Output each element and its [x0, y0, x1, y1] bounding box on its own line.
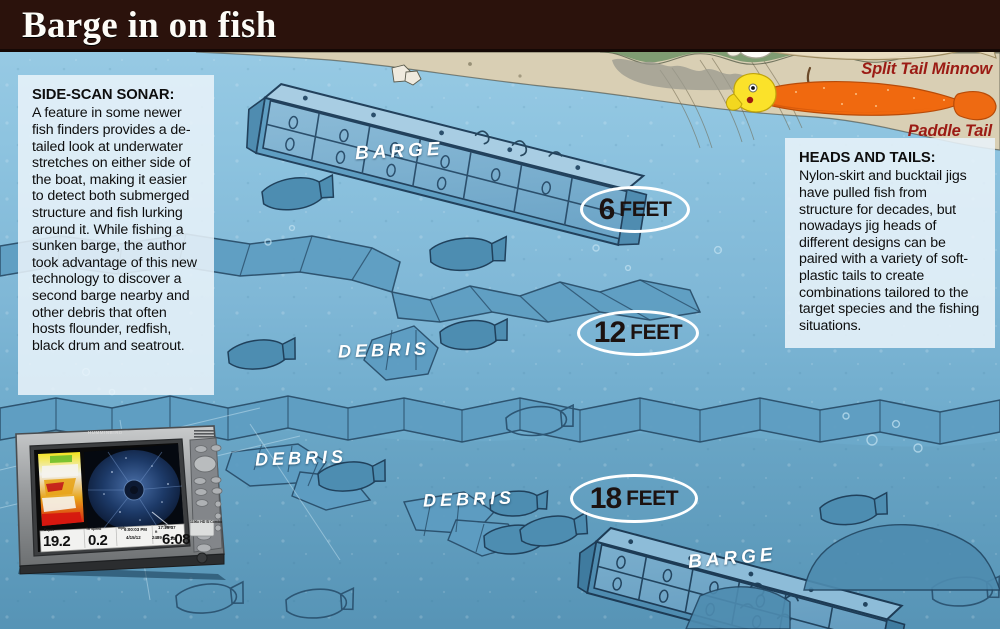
depth-value: 12	[593, 316, 626, 349]
ff-value-date: 4/15/12	[126, 535, 141, 540]
depth-unit: FEET	[630, 321, 683, 344]
depth-marker-12-feet: 12 FEET	[577, 310, 699, 356]
callout-body: Nylon-skirt and bucktail jigs have pulle…	[799, 168, 980, 334]
label-debris-two: DEBRIS	[254, 446, 348, 470]
ff-value-time: 6:08	[162, 531, 191, 548]
callout-side-scan-sonar: SIDE-SCAN SONAR: A feature in some newer…	[18, 75, 214, 395]
ff-value-ft: 2489	[152, 535, 162, 540]
callout-heading: SIDE-SCAN SONAR:	[32, 87, 175, 103]
ff-label-ft: ft	[155, 530, 158, 534]
depth-unit: FEET	[626, 486, 679, 510]
callout-heads-and-tails: HEADS AND TAILS: Nylon-skirt and bucktai…	[785, 138, 995, 348]
page-title: Barge in on fish	[22, 5, 277, 46]
infographic-canvas: Barge in on fish Split Tail Minnow Paddl…	[0, 0, 1000, 629]
title-bar: Barge in on fish	[0, 0, 1000, 52]
ff-model-plate: 1196c HD SI Combo	[190, 520, 223, 524]
callout-body: A feature in some newer fish finders pro…	[32, 105, 197, 354]
ff-label-time: Time	[164, 525, 172, 529]
label-debris-one: DEBRIS	[337, 338, 431, 362]
ff-label-depth: Depth	[44, 528, 54, 532]
paddle-tail-label: Paddle Tail	[907, 122, 992, 140]
callout-heading: HEADS AND TAILS:	[799, 150, 936, 166]
title-bar-edge	[0, 49, 1000, 52]
ff-value-clock: 6:00:03 PM	[124, 527, 147, 532]
ff-value-depth: 19.2	[43, 533, 71, 550]
depth-unit: FEET	[619, 197, 672, 221]
ff-value-speed: 0.2	[88, 532, 108, 549]
depth-marker-6-feet: 6 FEET	[580, 186, 690, 233]
split-tail-minnow-label: Split Tail Minnow	[861, 60, 992, 78]
depth-marker-18-feet: 18 FEET	[570, 474, 698, 523]
label-barge-upper: BARGE	[354, 138, 445, 165]
depth-value: 6	[598, 192, 616, 226]
fish-finder-device[interactable]: HUMMINBIRD Depth 19.2 Tri Speed 0.2 mph …	[12, 424, 248, 585]
ff-label-speed: Tri Speed	[86, 527, 102, 531]
label-debris-three: DEBRIS	[422, 487, 516, 511]
fish-finder-illustration	[15, 425, 226, 580]
depth-value: 18	[589, 481, 622, 515]
fish-finder-brand: HUMMINBIRD	[88, 430, 123, 435]
